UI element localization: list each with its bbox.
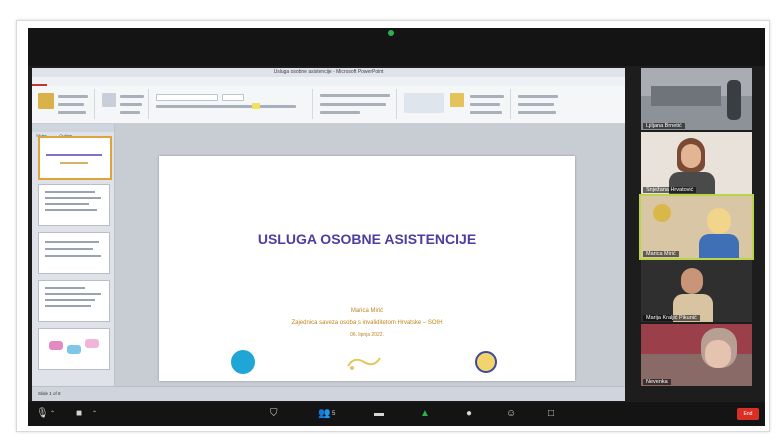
participant-video-tile[interactable]: Nevenka (641, 324, 752, 386)
slide-counter: Slide 1 of 8 (38, 391, 61, 396)
share-screen-icon[interactable]: ▲ (420, 407, 430, 421)
ribbon-group-font[interactable] (152, 89, 313, 119)
slide-author: Marica Mirić (350, 308, 384, 314)
reactions-icon[interactable]: ☺ (506, 407, 516, 421)
participant-video-tile-active-speaker[interactable]: Marica Mirić (639, 194, 754, 260)
current-slide[interactable]: USLUGA OSOBNE ASISTENCIJE Marica Mirić Z… (159, 156, 575, 381)
ppt-ribbon-tabs: File Home Insert Design Transitions Anim… (32, 77, 625, 93)
ppt-status-bar: Slide 1 of 8 (32, 386, 625, 401)
slide-date: 06. lipnja 2022. (350, 332, 384, 338)
slide-title: USLUGA OSOBNE ASISTENCIJE (257, 231, 477, 247)
ribbon-group-slides[interactable] (98, 89, 149, 119)
screen-share-indicator (388, 30, 394, 36)
video-options-chevron-icon[interactable]: ⌃ (92, 407, 97, 421)
participant-video-tile[interactable]: Marija Kraljić Pikunić (641, 260, 752, 322)
slide-thumbnail[interactable] (38, 184, 110, 226)
organization-logo-center (347, 357, 381, 370)
record-icon[interactable]: ● (466, 407, 472, 421)
participant-video-tile[interactable]: Snježana Hrvatović (641, 132, 752, 194)
end-meeting-button[interactable]: End (737, 408, 759, 420)
slide-editing-area: USLUGA OSOBNE ASISTENCIJE Marica Mirić Z… (115, 124, 625, 386)
slides-panel: Slides Outline (32, 124, 115, 386)
meeting-toolbar: 🎙 ⌃ ■ ⌃ ⛉ 👥 5 ▬ ▲ ● ☺ □ End (28, 402, 765, 426)
slides-panel-tabs: Slides Outline (32, 124, 114, 138)
more-options-icon[interactable]: □ (548, 407, 554, 421)
participant-name: Marija Kraljić Pikunić (643, 315, 700, 321)
security-shield-icon[interactable]: ⛉ (270, 407, 278, 421)
participant-name: Nevenka (643, 379, 671, 385)
shared-screen-powerpoint: Usluga osobne asistencije - Microsoft Po… (32, 68, 625, 401)
chat-icon[interactable]: ▬ (374, 407, 384, 421)
participants-count: 5 (332, 411, 336, 417)
organization-logo-right (475, 351, 497, 373)
slide-thumbnail[interactable] (38, 136, 112, 180)
participants-icon[interactable]: 👥 (318, 407, 330, 421)
slide-thumbnail[interactable] (38, 232, 110, 274)
participant-name: Snježana Hrvatović (643, 187, 697, 193)
ppt-ribbon (32, 86, 625, 124)
participant-name: Marica Mirić (643, 251, 679, 257)
slide-thumbnail[interactable] (38, 328, 110, 370)
organization-logo-left (231, 350, 255, 374)
participant-name: Ljiljana Brnetić (643, 123, 685, 129)
ribbon-group-editing[interactable] (514, 89, 574, 119)
slide-thumbnail[interactable] (38, 280, 110, 322)
microphone-options-chevron-icon[interactable]: ⌃ (50, 407, 55, 421)
participant-video-tile[interactable]: Ljiljana Brnetić (641, 68, 752, 130)
slide-organization: Zajednica saveza osoba s invaliditetom H… (291, 320, 443, 326)
ribbon-group-drawing[interactable] (400, 89, 511, 119)
ribbon-group-paragraph[interactable] (316, 89, 397, 119)
microphone-icon[interactable]: 🎙 (36, 407, 49, 421)
zoom-meeting-window: Usluga osobne asistencije - Microsoft Po… (28, 28, 765, 426)
ppt-window-title: Usluga osobne asistencije - Microsoft Po… (32, 68, 625, 77)
top-bar (28, 28, 765, 66)
ribbon-group-clipboard[interactable] (34, 89, 95, 119)
video-camera-icon[interactable]: ■ (76, 407, 82, 421)
